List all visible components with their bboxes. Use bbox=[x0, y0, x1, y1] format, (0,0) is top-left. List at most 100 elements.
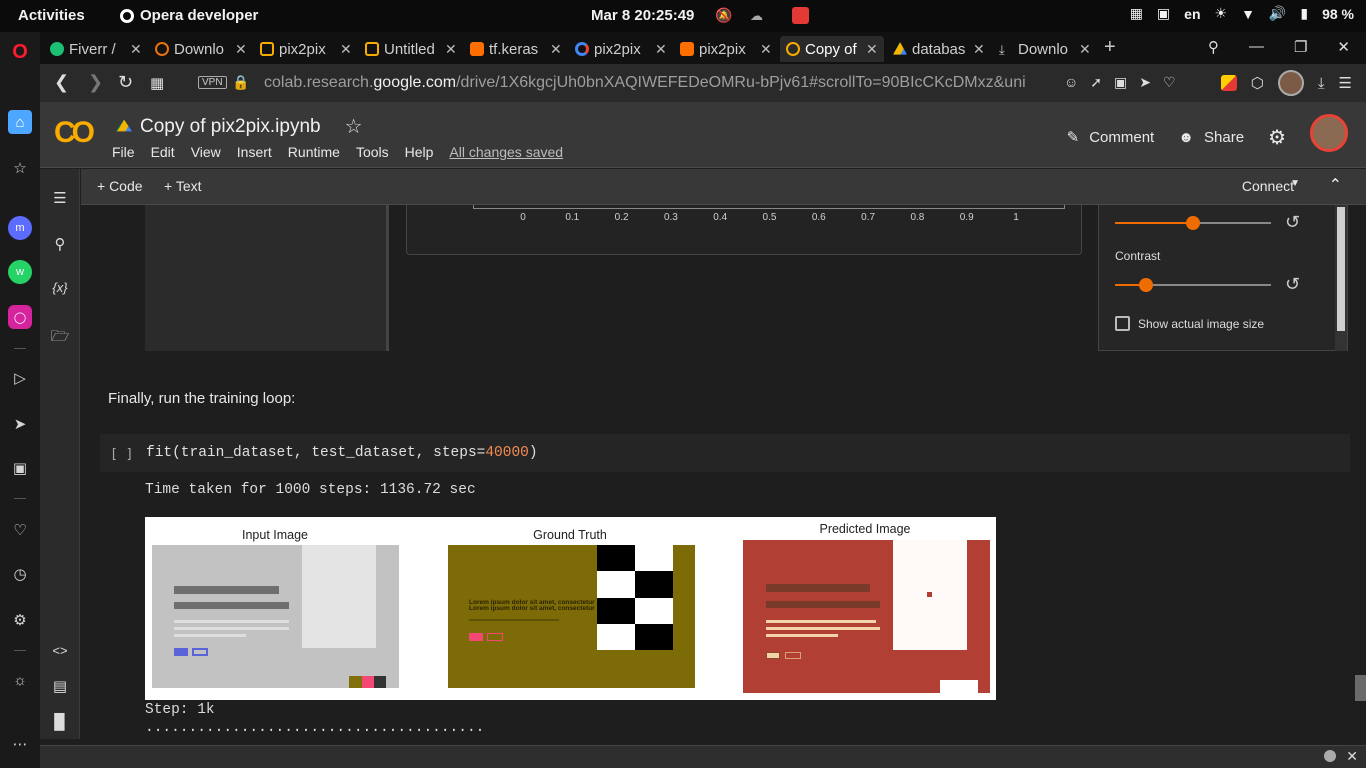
minimize-icon[interactable]: — bbox=[1249, 38, 1264, 56]
share-page-icon[interactable]: ➚ bbox=[1090, 74, 1102, 91]
new-tab-button[interactable]: + bbox=[1104, 36, 1116, 59]
app-menu[interactable]: Opera developer bbox=[120, 7, 258, 24]
search-icon[interactable]: ⚲ bbox=[50, 235, 70, 255]
close-icon[interactable]: ✕ bbox=[1079, 41, 1091, 58]
menu-help[interactable]: Help bbox=[405, 144, 434, 160]
heart-icon[interactable]: ♡ bbox=[8, 518, 32, 542]
more-icon[interactable]: ⋯ bbox=[8, 732, 32, 756]
close-icon[interactable]: ✕ bbox=[655, 41, 667, 58]
send-icon[interactable]: ➤ bbox=[8, 412, 32, 436]
menu-runtime[interactable]: Runtime bbox=[288, 144, 340, 160]
variables-icon[interactable]: {x} bbox=[50, 280, 70, 300]
panel-scroll-thumb[interactable] bbox=[1337, 207, 1345, 331]
close-icon[interactable]: ✕ bbox=[235, 41, 247, 58]
language-indicator[interactable]: en bbox=[1184, 6, 1200, 22]
close-icon[interactable]: ✕ bbox=[445, 41, 457, 58]
page-scrollbar-thumb[interactable] bbox=[1355, 675, 1366, 701]
opera-logo-icon[interactable]: O bbox=[8, 40, 32, 64]
extension-icon[interactable] bbox=[1220, 75, 1237, 91]
home-icon[interactable]: ⌂ bbox=[8, 110, 32, 134]
star-icon[interactable]: ☆ bbox=[345, 114, 363, 139]
menu-view[interactable]: View bbox=[191, 144, 221, 160]
contrast-knob[interactable] bbox=[1139, 278, 1154, 292]
easy-setup-icon[interactable]: ☰ bbox=[1339, 74, 1352, 92]
files-folder-icon[interactable]: 🗁 bbox=[50, 326, 70, 346]
tab-database[interactable]: databas ✕ bbox=[887, 36, 991, 62]
close-icon[interactable]: ✕ bbox=[130, 41, 142, 58]
menu-insert[interactable]: Insert bbox=[237, 144, 272, 160]
forward-icon[interactable]: ❯ bbox=[88, 72, 103, 93]
collapse-header-icon[interactable]: ⌃ bbox=[1329, 175, 1342, 195]
chevron-down-icon[interactable]: ▼ bbox=[1290, 178, 1300, 189]
tab-pix2pix-tf[interactable]: pix2pix ✕ bbox=[674, 36, 778, 62]
notebook-title-text[interactable]: Copy of pix2pix.ipynb bbox=[140, 116, 321, 138]
menu-edit[interactable]: Edit bbox=[151, 144, 175, 160]
downloads-icon[interactable]: ⤓ bbox=[1318, 75, 1325, 92]
table-of-contents-icon[interactable]: ☰ bbox=[50, 189, 70, 209]
actual-size-checkbox[interactable]: Show actual image size bbox=[1115, 316, 1264, 331]
reset-brightness-icon[interactable]: ↺ bbox=[1285, 212, 1300, 233]
close-icon[interactable]: ✕ bbox=[866, 41, 878, 58]
tab-pix2pix-colab[interactable]: pix2pix ✕ bbox=[254, 36, 358, 62]
lock-icon[interactable]: 🔒 bbox=[232, 74, 249, 91]
maximize-icon[interactable]: ❐ bbox=[1294, 38, 1307, 56]
panel-scrollbar[interactable] bbox=[1335, 205, 1347, 351]
messenger-icon[interactable]: m bbox=[8, 216, 32, 240]
close-icon[interactable]: ✕ bbox=[973, 41, 985, 58]
code-snippets-icon[interactable]: <> bbox=[50, 643, 70, 663]
tab-fiverr[interactable]: Fiverr / ✕ bbox=[44, 36, 148, 62]
close-icon[interactable]: ✕ bbox=[760, 41, 772, 58]
brightness-knob[interactable] bbox=[1186, 216, 1200, 230]
menu-file[interactable]: File bbox=[112, 144, 135, 160]
add-text-button[interactable]: + Text bbox=[164, 178, 202, 194]
emoji-icon[interactable]: ☺ bbox=[1064, 74, 1078, 91]
reload-icon[interactable]: ↻ bbox=[118, 72, 133, 93]
tab-download-2[interactable]: ⤓ Downlo ✕ bbox=[993, 36, 1097, 62]
code-line[interactable]: fit(train_dataset, test_dataset, steps=4… bbox=[146, 445, 538, 461]
menu-tools[interactable]: Tools bbox=[356, 144, 389, 160]
back-icon[interactable]: ❮ bbox=[54, 72, 69, 93]
add-code-button[interactable]: + Code bbox=[97, 178, 143, 194]
tab-search-icon[interactable]: ⚲ bbox=[1208, 38, 1219, 56]
cube-icon[interactable]: ⬡ bbox=[1251, 74, 1264, 92]
history-icon[interactable]: ◷ bbox=[8, 562, 32, 586]
markdown-cell-text[interactable]: Finally, run the training loop: bbox=[108, 390, 295, 407]
save-status[interactable]: All changes saved bbox=[449, 144, 563, 160]
url-field[interactable]: colab.research.google.com/drive/1X6kgcjU… bbox=[264, 74, 1054, 92]
tab-overview-icon[interactable]: ▦ bbox=[150, 74, 164, 92]
player-icon[interactable]: ▷ bbox=[8, 366, 32, 390]
account-avatar[interactable] bbox=[1310, 114, 1348, 152]
checkbox-box[interactable] bbox=[1115, 316, 1130, 331]
close-icon[interactable]: ✕ bbox=[1346, 748, 1358, 765]
share-button[interactable]: ☻ Share bbox=[1178, 129, 1244, 146]
heart-icon[interactable]: ♡ bbox=[1163, 74, 1176, 91]
contrast-slider[interactable] bbox=[1115, 278, 1271, 292]
notebook-title[interactable]: Copy of pix2pix.ipynb ☆ bbox=[116, 114, 363, 139]
settings-gear-icon[interactable]: ⚙ bbox=[1268, 125, 1286, 150]
clock[interactable]: Mar 8 20:25:49 bbox=[591, 7, 694, 24]
tab-download-1[interactable]: Downlo ✕ bbox=[149, 36, 253, 62]
vpn-badge[interactable]: VPN bbox=[198, 76, 227, 89]
close-window-icon[interactable]: ✕ bbox=[1337, 38, 1350, 56]
terminal-icon[interactable]: ▉ bbox=[50, 713, 70, 733]
activities-button[interactable]: Activities bbox=[18, 7, 85, 24]
tab-copy-of-active[interactable]: Copy of ✕ bbox=[780, 36, 884, 62]
code-cell[interactable]: [ ] fit(train_dataset, test_dataset, ste… bbox=[100, 434, 1350, 472]
avatar[interactable] bbox=[1277, 70, 1304, 96]
send-icon[interactable]: ➤ bbox=[1139, 74, 1151, 91]
close-icon[interactable]: ✕ bbox=[340, 41, 352, 58]
command-palette-icon[interactable]: ▤ bbox=[50, 677, 70, 697]
settings-icon[interactable]: ⚙ bbox=[8, 608, 32, 632]
colab-logo-icon[interactable]: CO bbox=[54, 116, 95, 150]
tab-pix2pix-google[interactable]: pix2pix ✕ bbox=[569, 36, 673, 62]
run-cell-button[interactable]: [ ] bbox=[110, 447, 133, 462]
tab-tf-keras[interactable]: tf.keras ✕ bbox=[464, 36, 568, 62]
wallet-icon[interactable]: ▣ bbox=[8, 456, 32, 480]
instagram-icon[interactable]: ◯ bbox=[8, 305, 32, 329]
anydesk-icon[interactable] bbox=[792, 7, 809, 24]
close-icon[interactable]: ✕ bbox=[550, 41, 562, 58]
system-tray[interactable]: ▦ ▣ en ☀ ▼ 🔊 ▮ 98 % bbox=[1130, 5, 1354, 22]
notebook-content[interactable]: 0 0.1 0.2 0.3 0.4 0.5 0.6 0.7 0.8 0.9 1 ↺ Contrast… bbox=[81, 205, 1366, 745]
speed-dial-star-icon[interactable]: ☆ bbox=[8, 156, 32, 180]
tab-untitled[interactable]: Untitled ✕ bbox=[359, 36, 463, 62]
